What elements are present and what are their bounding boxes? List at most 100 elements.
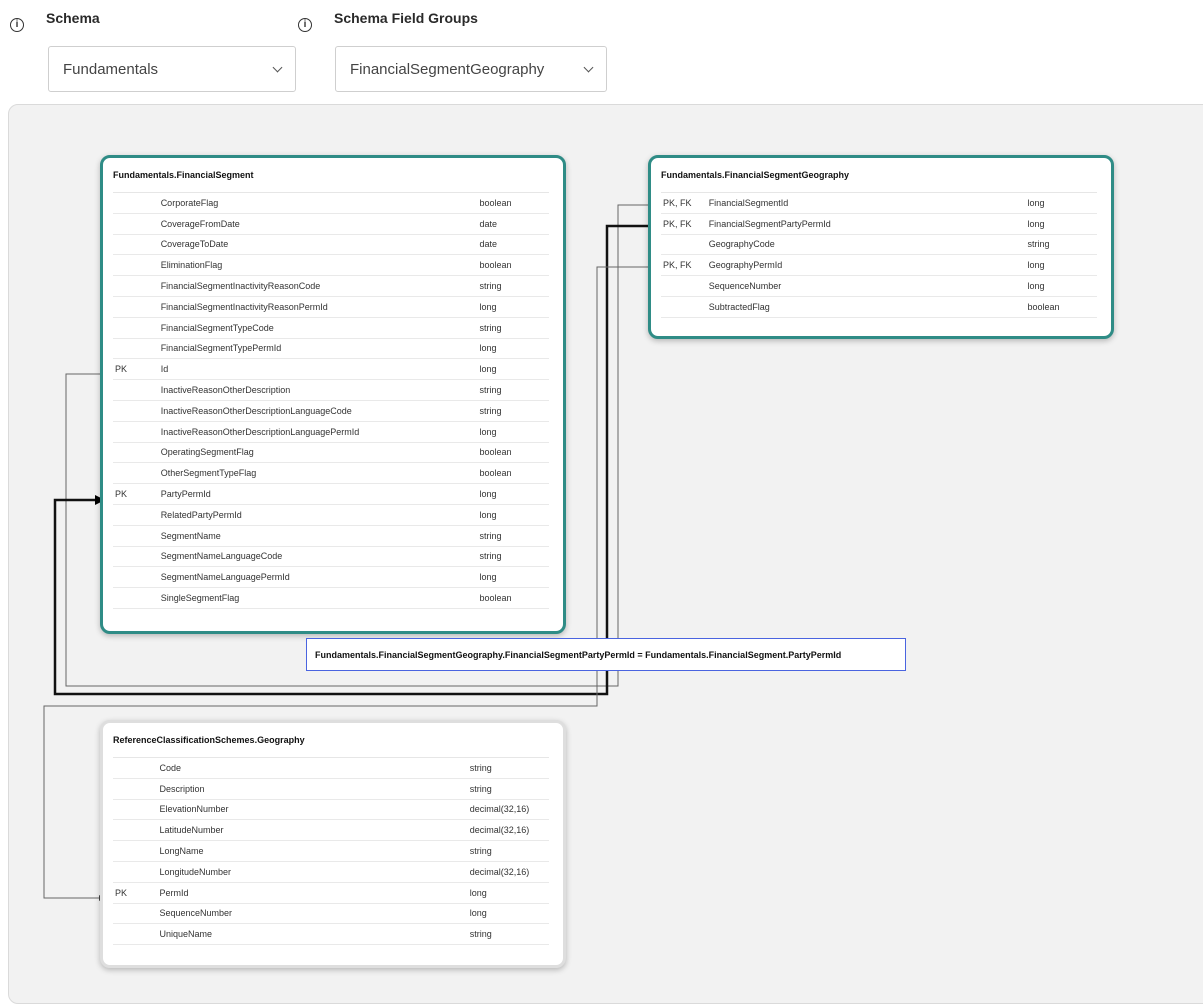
table-row[interactable]: InactiveReasonOtherDescriptionLanguageCo… [113, 401, 549, 422]
field-type-cell: long [479, 426, 497, 437]
join-condition-label[interactable]: Fundamentals.FinancialSegmentGeography.F… [306, 638, 906, 671]
table-row[interactable]: InactiveReasonOtherDescription string [113, 380, 549, 401]
table-row[interactable]: SingleSegmentFlag boolean [113, 588, 549, 609]
table-row[interactable]: CoverageFromDate date [113, 214, 549, 235]
chevron-down-icon [583, 62, 594, 72]
table-row[interactable]: GeographyCode string [661, 235, 1097, 256]
table-rows: CorporateFlag boolean CoverageFromDate date… [113, 192, 549, 609]
table-row[interactable]: Code string [113, 758, 549, 779]
field-name-cell: CoverageToDate [160, 239, 229, 250]
field-name-cell: InactiveReasonOtherDescription [160, 385, 291, 396]
schema-select-value: Fundamentals [63, 60, 159, 78]
table-row[interactable]: PK PartyPermId long [113, 484, 549, 505]
table-title: Fundamentals.FinancialSegment [113, 170, 254, 180]
field-type-cell: date [479, 239, 498, 250]
table-row[interactable]: SubtractedFlag boolean [661, 297, 1097, 318]
field-name-cell: FinancialSegmentInactivityReasonCode [160, 281, 321, 292]
table-financial-segment[interactable]: Fundamentals.FinancialSegment CorporateF… [100, 155, 566, 634]
field-name-cell: SegmentNameLanguageCode [160, 551, 283, 562]
table-row[interactable]: PK PermId long [113, 883, 549, 904]
table-row[interactable]: SegmentName string [113, 526, 549, 547]
field-type-cell: long [479, 572, 497, 583]
field-name-cell: FinancialSegmentTypeCode [160, 322, 274, 333]
field-type-cell: long [479, 343, 497, 354]
field-name-cell: LongitudeNumber [159, 866, 232, 877]
table-row[interactable]: FinancialSegmentInactivityReasonPermId lo… [113, 297, 549, 318]
field-name-cell: UniqueName [159, 929, 212, 940]
table-row[interactable]: FinancialSegmentInactivityReasonCode stri… [113, 276, 549, 297]
key-cell: PK, FK [663, 218, 692, 229]
field-type-cell: boolean [479, 593, 512, 604]
field-groups-info-icon[interactable]: i [298, 18, 312, 32]
field-type-cell: decimal(32,16) [469, 825, 530, 836]
key-cell: PK [115, 489, 128, 500]
table-row[interactable]: SegmentNameLanguageCode string [113, 547, 549, 568]
field-name-cell: ElevationNumber [159, 804, 229, 815]
table-row[interactable]: SequenceNumber long [661, 276, 1097, 297]
table-row[interactable]: PK Id long [113, 359, 549, 381]
table-row[interactable]: FinancialSegmentTypePermId long [113, 339, 549, 360]
field-type-cell: long [1027, 218, 1045, 229]
table-rows: PK, FK FinancialSegmentId long PK, FK Financ… [661, 192, 1097, 318]
table-row[interactable]: LongitudeNumber decimal(32,16) [113, 862, 549, 883]
field-type-cell: long [479, 489, 497, 500]
schema-info-icon[interactable]: i [10, 18, 24, 32]
field-type-cell: string [1027, 239, 1050, 250]
field-type-cell: long [1027, 197, 1045, 208]
table-row[interactable]: CorporateFlag boolean [113, 193, 549, 214]
table-row[interactable]: Description string [113, 779, 549, 800]
field-name-cell: SegmentNameLanguagePermId [160, 572, 290, 583]
field-name-cell: GeographyPermId [708, 260, 783, 271]
field-type-cell: string [469, 846, 492, 857]
table-row[interactable]: CoverageToDate date [113, 235, 549, 256]
table-row[interactable]: LatitudeNumber decimal(32,16) [113, 820, 549, 842]
table-row[interactable]: ElevationNumber decimal(32,16) [113, 800, 549, 821]
field-name-cell: LatitudeNumber [159, 825, 224, 836]
field-name-cell: RelatedPartyPermId [160, 509, 242, 520]
field-name-cell: Id [160, 364, 169, 375]
field-name-cell: SubtractedFlag [708, 301, 770, 312]
field-name-cell: Code [159, 762, 181, 773]
field-groups-select[interactable]: FinancialSegmentGeography [335, 46, 607, 92]
field-name-cell: Description [159, 783, 205, 794]
field-type-cell: boolean [1027, 301, 1060, 312]
field-name-cell: FinancialSegmentPartyPermId [708, 218, 831, 229]
key-cell: PK [115, 887, 128, 898]
table-row[interactable]: PK, FK FinancialSegmentPartyPermId long [661, 214, 1097, 235]
chevron-down-icon [272, 62, 283, 72]
schema-select[interactable]: Fundamentals [48, 46, 296, 92]
table-row[interactable]: FinancialSegmentTypeCode string [113, 318, 549, 339]
field-type-cell: boolean [479, 260, 512, 271]
table-row[interactable]: SequenceNumber long [113, 904, 549, 925]
field-type-cell: boolean [479, 197, 512, 208]
table-row[interactable]: PK, FK GeographyPermId long [661, 255, 1097, 277]
table-row[interactable]: SegmentNameLanguagePermId long [113, 567, 549, 589]
field-name-cell: SingleSegmentFlag [160, 593, 240, 604]
field-name-cell: SegmentName [160, 530, 221, 541]
field-name-cell: EliminationFlag [160, 260, 223, 271]
field-name-cell: OperatingSegmentFlag [160, 447, 254, 458]
table-row[interactable]: OtherSegmentTypeFlag boolean [113, 463, 549, 485]
table-financial-segment-geography[interactable]: Fundamentals.FinancialSegmentGeography P… [648, 155, 1114, 339]
field-name-cell: PermId [159, 887, 189, 898]
table-row[interactable]: PK, FK FinancialSegmentId long [661, 193, 1097, 214]
field-name-cell: LongName [159, 846, 204, 857]
field-type-cell: string [469, 762, 492, 773]
table-geography[interactable]: ReferenceClassificationSchemes.Geography… [100, 720, 566, 968]
table-title: ReferenceClassificationSchemes.Geography [113, 735, 305, 745]
table-row[interactable]: UniqueName string [113, 924, 549, 946]
table-row[interactable]: OperatingSegmentFlag boolean [113, 443, 549, 464]
field-type-cell: boolean [479, 468, 512, 479]
field-type-cell: long [469, 887, 487, 898]
field-type-cell: long [479, 509, 497, 520]
table-row[interactable]: EliminationFlag boolean [113, 255, 549, 277]
field-type-cell: string [469, 929, 492, 940]
field-name-cell: GeographyCode [708, 239, 775, 250]
field-type-cell: date [479, 218, 498, 229]
field-type-cell: decimal(32,16) [469, 804, 530, 815]
field-type-cell: string [479, 551, 502, 562]
field-name-cell: FinancialSegmentId [708, 197, 789, 208]
table-row[interactable]: InactiveReasonOtherDescriptionLanguagePe… [113, 422, 549, 443]
table-row[interactable]: RelatedPartyPermId long [113, 505, 549, 526]
table-row[interactable]: LongName string [113, 841, 549, 862]
